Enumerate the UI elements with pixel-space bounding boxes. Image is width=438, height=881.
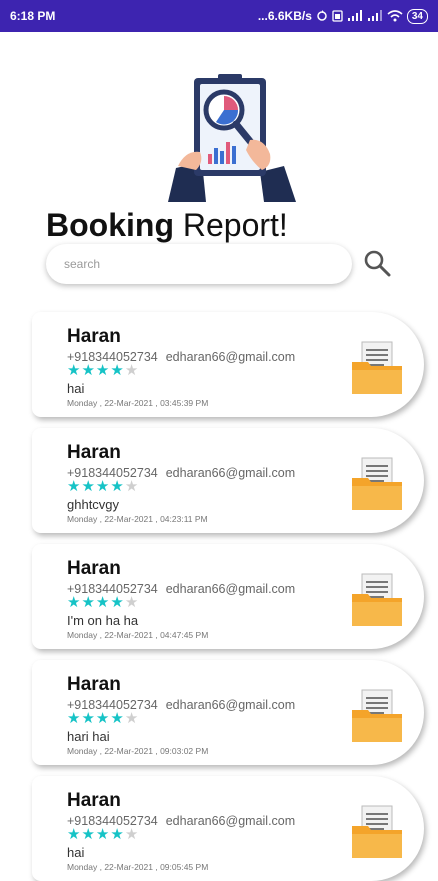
title-bold: Booking [46,207,174,243]
star-filled-icon: ★ [110,826,125,843]
rating-stars: ★★★★★ [67,363,139,379]
star-filled-icon: ★ [95,362,111,379]
status-icons: ...6.6KB/s 34 [257,8,428,24]
star-filled-icon: ★ [95,594,111,611]
booking-name: Haran [67,558,121,579]
booking-email: edharan66@gmail.com [165,350,296,364]
star-empty-icon: ★ [124,594,140,611]
star-filled-icon: ★ [67,826,82,843]
search-icon[interactable] [362,248,392,278]
status-bar: 6:18 PM ...6.6KB/s 34 [0,0,438,32]
status-time: 6:18 PM [10,9,56,23]
rating-stars: ★★★★★ [67,595,139,611]
booking-message: hai [67,845,85,860]
booking-email: edharan66@gmail.com [165,814,296,828]
folder-icon[interactable] [350,340,404,396]
star-filled-icon: ★ [110,362,125,379]
booking-name: Haran [67,790,121,811]
booking-name: Haran [67,326,121,347]
clipboard-magnifier-illustration [168,74,296,202]
booking-date: Monday , 22-Mar-2021 , 04:47:45 PM [67,630,209,640]
booking-card[interactable]: Haran +918344052734 edharan66@gmail.com ★… [32,312,424,417]
booking-date: Monday , 22-Mar-2021 , 03:45:39 PM [67,398,209,408]
star-filled-icon: ★ [67,478,82,495]
star-filled-icon: ★ [81,826,96,843]
star-filled-icon: ★ [67,594,82,611]
sync-icon [317,10,327,21]
star-filled-icon: ★ [81,710,96,727]
booking-date: Monday , 22-Mar-2021 , 04:23:11 PM [67,514,208,524]
star-filled-icon: ★ [110,594,125,611]
rating-stars: ★★★★★ [67,827,139,843]
booking-date: Monday , 22-Mar-2021 , 09:03:02 PM [67,746,209,756]
star-filled-icon: ★ [81,594,96,611]
booking-card[interactable]: Haran +918344052734 edharan66@gmail.com ★… [32,428,424,533]
booking-card[interactable]: Haran +918344052734 edharan66@gmail.com ★… [32,660,424,765]
rating-stars: ★★★★★ [67,479,139,495]
star-empty-icon: ★ [124,362,140,379]
star-empty-icon: ★ [124,826,140,843]
star-empty-icon: ★ [124,478,140,495]
search-input[interactable] [62,256,326,272]
booking-name: Haran [67,442,121,463]
booking-message: hari hai [67,729,110,744]
star-empty-icon: ★ [124,710,140,727]
booking-email: edharan66@gmail.com [165,582,296,596]
star-filled-icon: ★ [95,826,111,843]
star-filled-icon: ★ [110,478,125,495]
booking-message: ghhtcvgy [67,497,120,512]
sim-icon [332,10,343,22]
booking-email: edharan66@gmail.com [165,698,296,712]
network-speed: ...6.6KB/s [257,9,312,23]
star-filled-icon: ★ [95,710,111,727]
search-box[interactable] [46,244,352,284]
wifi-icon [387,10,403,22]
folder-icon[interactable] [350,688,404,744]
star-filled-icon: ★ [67,710,82,727]
booking-email: edharan66@gmail.com [165,466,296,480]
page-title: Booking Report! [46,205,288,245]
folder-icon[interactable] [350,572,404,628]
booking-card[interactable]: Haran +918344052734 edharan66@gmail.com ★… [32,776,424,881]
signal-icon [347,10,362,21]
star-filled-icon: ★ [81,362,96,379]
booking-date: Monday , 22-Mar-2021 , 09:05:45 PM [67,862,209,872]
title-rest: Report! [173,207,288,243]
folder-icon[interactable] [350,456,404,512]
star-filled-icon: ★ [81,478,96,495]
star-filled-icon: ★ [95,478,111,495]
star-filled-icon: ★ [110,710,125,727]
star-filled-icon: ★ [67,362,82,379]
battery-icon: 34 [406,8,428,24]
rating-stars: ★★★★★ [67,711,139,727]
booking-message: hai [67,381,85,396]
booking-card[interactable]: Haran +918344052734 edharan66@gmail.com ★… [32,544,424,649]
booking-name: Haran [67,674,121,695]
signal-icon [367,10,382,21]
booking-message: I'm on ha ha [67,613,139,628]
folder-icon[interactable] [350,804,404,860]
